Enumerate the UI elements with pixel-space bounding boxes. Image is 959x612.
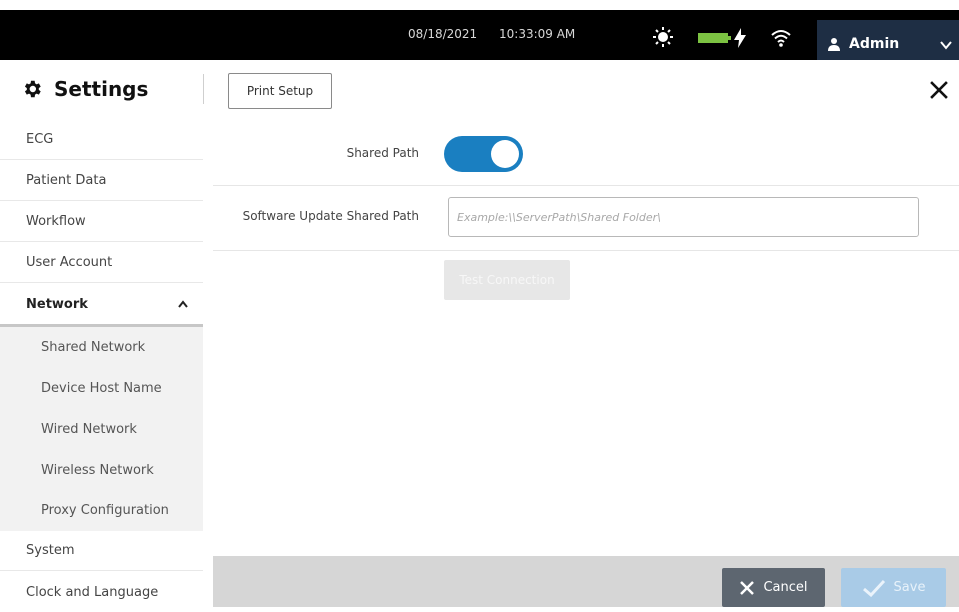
charging-bolt-icon [734,28,746,48]
sidebar-item-workflow[interactable]: Workflow [0,202,203,242]
sidebar-item-label: Device Host Name [41,380,162,396]
sidebar-item-patient-data[interactable]: Patient Data [0,161,203,201]
chevron-up-icon [178,300,188,308]
header-divider [203,74,204,104]
sidebar-item-label: Workflow [26,214,86,229]
cancel-label: Cancel [763,580,808,595]
page-title: Settings [54,77,149,101]
sidebar-item-wireless-network[interactable]: Wireless Network [0,450,203,491]
status-date: 08/18/2021 [408,27,478,41]
wifi-icon [771,30,791,47]
sidebar-item-system[interactable]: System [0,531,203,571]
sidebar-item-proxy-configuration[interactable]: Proxy Configuration [0,491,203,531]
software-update-path-label: Software Update Shared Path [242,209,419,223]
chevron-down-icon [940,41,952,50]
status-bar: 08/18/2021 10:33:09 AM Admin [0,10,959,70]
sidebar-item-network[interactable]: Network [0,284,203,327]
software-update-path-input[interactable] [448,197,919,237]
user-name: Admin [849,36,900,52]
checkmark-icon [862,579,885,597]
sidebar-item-user-account[interactable]: User Account [0,243,203,283]
close-icon [740,580,755,595]
user-icon [828,38,840,51]
software-update-path-row: Software Update Shared Path [213,185,959,251]
sidebar-item-ecg[interactable]: ECG [0,120,203,160]
save-button[interactable]: Save [841,568,946,607]
gear-icon [24,80,41,98]
sidebar-item-label: Proxy Configuration [41,503,169,518]
shared-path-row: Shared Path [213,120,959,186]
sidebar-item-label: ECG [26,132,54,147]
save-label: Save [893,580,926,595]
sidebar-item-shared-network[interactable]: Shared Network [0,327,203,368]
sidebar-item-label: Shared Network [41,339,146,355]
test-connection-button[interactable]: Test Connection [444,260,570,300]
shared-path-toggle[interactable] [444,136,523,172]
sidebar-item-label: Patient Data [26,173,107,188]
sidebar-item-label: User Account [26,255,113,270]
sidebar-item-wired-network[interactable]: Wired Network [0,409,203,450]
battery-icon [698,33,731,43]
sidebar-item-clock-and-language[interactable]: Clock and Language [0,572,203,612]
sidebar-item-label: System [26,543,75,558]
toggle-knob [491,140,519,168]
cancel-button[interactable]: Cancel [722,568,825,607]
settings-sidebar: ECG Patient Data Workflow User Account N… [0,120,203,607]
sidebar-item-label: Network [26,296,88,312]
sun-icon [653,27,673,47]
status-time: 10:33:09 AM [499,27,576,41]
print-setup-button[interactable]: Print Setup [228,73,332,109]
sidebar-item-device-host-name[interactable]: Device Host Name [0,368,203,409]
shared-path-label: Shared Path [346,146,419,160]
action-bar: Cancel Save [213,556,959,607]
sidebar-item-label: Clock and Language [26,584,159,600]
close-icon[interactable] [929,80,949,100]
sidebar-item-label: Wired Network [41,421,137,437]
settings-header: Settings Print Setup [0,60,959,120]
shared-network-panel: Shared Path Software Update Shared Path … [213,120,959,556]
sidebar-item-label: Wireless Network [41,462,154,478]
